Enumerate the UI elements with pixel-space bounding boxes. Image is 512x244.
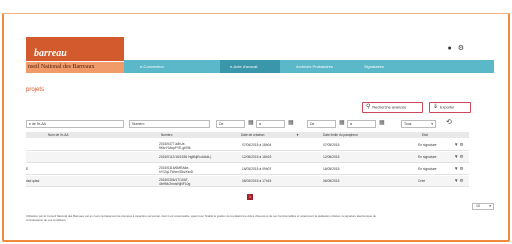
nav-item-e-convention[interactable]: e-Convention [140, 60, 164, 73]
table-row[interactable]: 2015/0112/16/1536 Hg8NjEu4dk4L) 12/05/20… [26, 152, 469, 163]
search-icon: ⚲ [366, 104, 371, 110]
page-background: Bonjour Me Alain ROUDEOT rougier@example… [0, 0, 512, 244]
frame-top-bar [2, 2, 510, 14]
row-etat: Créé [418, 179, 426, 183]
gear-icon[interactable]: ⚙ [459, 178, 464, 183]
table-row[interactable]: dsd qdsd 2015/0306/17/10AT- 4bHNt/ZmvkNjN… [26, 176, 469, 187]
row-actions: ▼⚙ [454, 142, 465, 148]
per-page-select[interactable]: 10 ▾ [472, 203, 494, 210]
row-name: dsd qdsd [26, 179, 40, 183]
row-created: 06/03/2015 à 17h15 [242, 179, 272, 183]
advanced-search-button[interactable]: ⚲ Recherche avancée [362, 102, 423, 113]
row-numero: 2015/0112/16/1536 Hg8NjEu4dk4L) [159, 155, 211, 159]
nav-item-archives[interactable]: Archives Probatoires [296, 60, 333, 73]
row-numero-line2: hY/ZqL7Wcrx/SkvXsvD [159, 170, 194, 174]
column-header-name[interactable]: Nom de l'e-AA [48, 132, 68, 138]
row-actions: ▼⚙ [454, 178, 465, 184]
page-title: projets [26, 87, 45, 93]
filter-etat-select[interactable]: Tous ▾ [401, 120, 436, 128]
main-nav: e-Convention e-Acte d'avocat Archives Pr… [124, 60, 494, 73]
calendar-icon[interactable]: ▦ [288, 119, 294, 126]
export-label: Exporter [440, 105, 455, 110]
chevron-down-icon: ▾ [431, 122, 433, 126]
row-limit: 06/05/2015 [323, 179, 340, 183]
user-icon[interactable]: ● [447, 45, 457, 52]
advanced-search-label: Recherche avancée [372, 105, 407, 110]
logo-text: barreau [34, 48, 67, 59]
nav-item-e-acte[interactable]: e-Acte d'avocat [220, 60, 280, 73]
logo[interactable]: barreau [26, 37, 124, 61]
row-limit: 16/05/2015 [323, 167, 340, 171]
column-header-etat[interactable]: Etat [422, 132, 428, 138]
filter-limit-from[interactable]: De [307, 120, 336, 128]
row-etat: En signature [418, 143, 437, 147]
row-actions: ▼⚙ [454, 154, 465, 160]
row-numero-line2: 4bHNt/ZmvkNjNF10g [159, 182, 191, 186]
calendar-icon[interactable]: ▦ [379, 119, 385, 126]
filter-numero[interactable]: Numéro [129, 120, 210, 128]
sort-desc-icon[interactable]: ▼ [296, 132, 299, 138]
filter-aa-name[interactable]: e de l'e-AA [26, 120, 124, 128]
gear-icon[interactable]: ⚙ [458, 45, 470, 52]
column-header-created[interactable]: Date de création [241, 132, 264, 138]
row-created: 16/03/2015 à 09h07 [242, 167, 272, 171]
per-page-value: 10 [476, 204, 480, 208]
row-limit: 12/06/2015 [323, 155, 340, 159]
pagination-current-page[interactable]: 1 [247, 194, 253, 200]
row-etat: En signature [418, 167, 437, 171]
filter-date-to[interactable]: à [256, 120, 285, 128]
download-icon: ⇓ [433, 104, 439, 110]
header-icons: ●⚙ [447, 44, 470, 52]
table-header: Nom de l'e-AA Numéro Date de création ▼ … [26, 132, 469, 138]
row-numero: 2015/0306/17/10AT- 4bHNt/ZmvkNjNF10g [159, 178, 190, 186]
gear-icon[interactable]: ⚙ [459, 142, 464, 147]
table-row[interactable]: E 2015/0316/6MRA6e-hY/ZqL7Wcrx/SkvXsvD 1… [26, 164, 469, 175]
calendar-icon[interactable]: ▦ [248, 119, 254, 126]
gear-icon[interactable]: ⚙ [459, 154, 464, 159]
reset-filters-icon[interactable]: ⟲ [446, 118, 452, 126]
row-actions: ▼⚙ [454, 166, 465, 172]
row-numero: 2015/0477-k8rUe- 9KkrYUtupFYE.gtX9k [159, 142, 191, 150]
column-header-limit[interactable]: Date limite du parapheur [323, 132, 358, 138]
filter-etat-value: Tous [404, 122, 412, 126]
column-header-numero[interactable]: Numéro [161, 132, 172, 138]
row-numero-line1: 2015/0112/16/1536 Hg8NjEu4dk4L) [159, 155, 212, 159]
calendar-icon[interactable]: ▦ [339, 119, 345, 126]
footer-legal-notice: Utilisation par le Conseil National des … [26, 214, 494, 222]
row-name: E [26, 167, 29, 171]
footer-line1: Utilisation par le Conseil National des … [26, 214, 376, 218]
filter-limit-to[interactable]: à [347, 120, 376, 128]
row-etat: En signature [418, 155, 437, 159]
row-limit: 07/05/2015 [323, 143, 340, 147]
logo-subtitle: nseil National des Barreaux [26, 62, 124, 73]
row-numero-line2: 9KkrYUtupFYE.gtX9k [159, 146, 191, 150]
export-button[interactable]: ⇓ Exporter [429, 102, 471, 113]
row-created: 07/04/2015 à 18h04 [242, 143, 272, 147]
table-row[interactable]: 2015/0477-k8rUe- 9KkrYUtupFYE.gtX9k 07/04… [26, 140, 469, 151]
nav-item-signataires[interactable]: Signataires [364, 60, 384, 73]
filter-date-from[interactable]: De [216, 120, 245, 128]
footer-line2: connaissance de vos conditions. [26, 217, 67, 222]
row-created: 12/05/2015 à 18h19 [242, 155, 272, 159]
row-numero: 2015/0316/6MRA6e-hY/ZqL7Wcrx/SkvXsvD [159, 166, 193, 174]
app-screen: Bonjour Me Alain ROUDEOT rougier@example… [26, 28, 494, 238]
gear-icon[interactable]: ⚙ [459, 166, 464, 171]
chevron-down-icon: ▾ [489, 204, 491, 208]
